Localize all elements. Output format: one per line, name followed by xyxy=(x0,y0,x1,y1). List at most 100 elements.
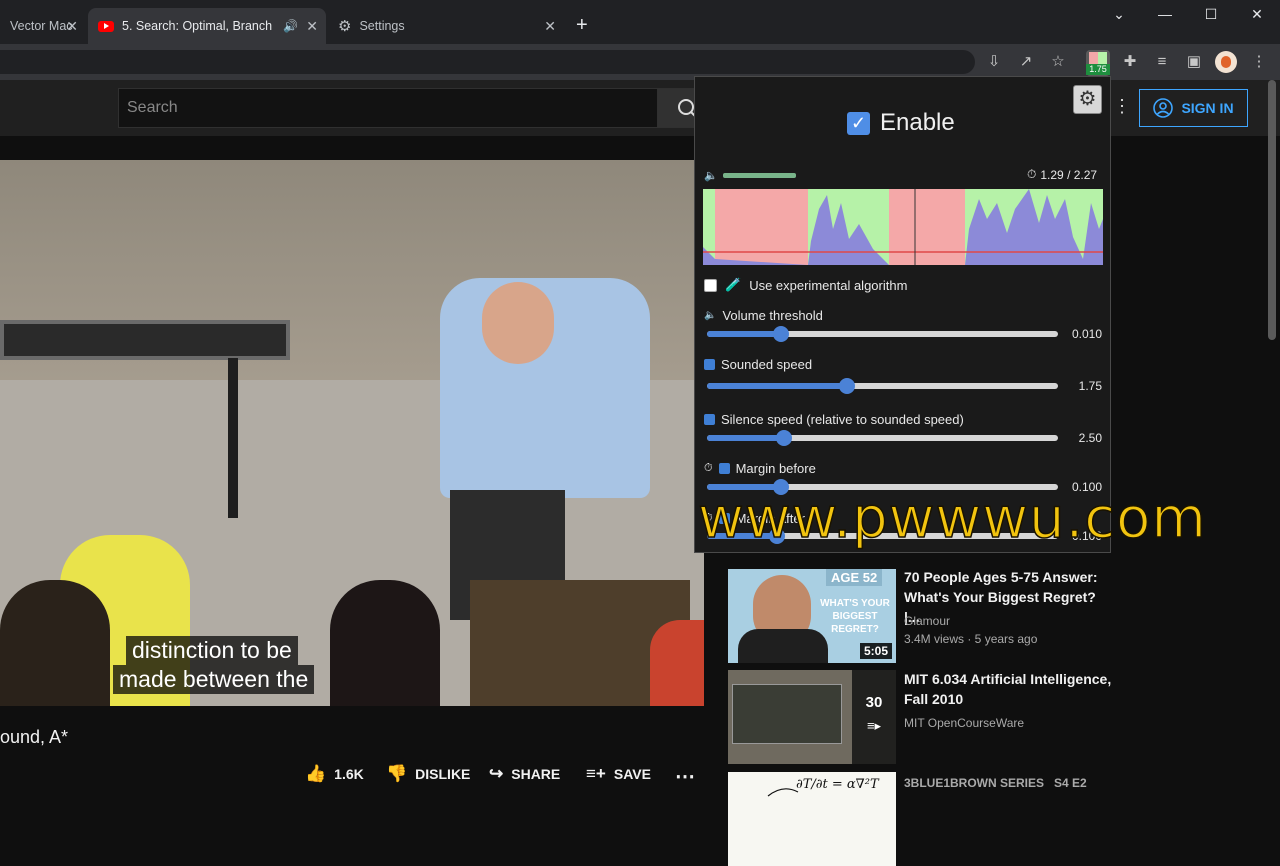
recommendation-channel[interactable]: MIT OpenCourseWare xyxy=(904,716,1024,730)
enable-label: Enable xyxy=(880,109,955,136)
recommendation-channel[interactable]: Glamour xyxy=(904,614,950,628)
more-actions-icon[interactable]: ⋯ xyxy=(675,764,695,789)
slider-handle[interactable] xyxy=(772,326,789,342)
equation-graphic: ∂T/∂t = α∇²T xyxy=(767,777,880,797)
video-title: ound, A* xyxy=(0,727,69,747)
caption-line-2: made between the xyxy=(113,665,315,694)
extension-logo-icon xyxy=(1089,52,1107,64)
extensions-puzzle-icon[interactable]: ✚ xyxy=(1120,52,1140,72)
play-icon xyxy=(704,359,715,370)
duration-badge: 5:05 xyxy=(859,643,892,659)
sounded-speed-slider[interactable] xyxy=(707,378,1058,394)
share-label: SHARE xyxy=(511,766,561,782)
tab-settings[interactable]: ⚙ Settings ✕ xyxy=(328,8,564,44)
youtube-favicon-icon xyxy=(98,20,114,32)
slider-label: Volume threshold xyxy=(722,308,823,323)
thumbs-up-icon: 👍 xyxy=(305,764,327,783)
sign-in-button[interactable]: SIGN IN xyxy=(1139,89,1248,127)
silence-speed-slider[interactable] xyxy=(707,430,1058,446)
speaker-icon: 🔈 xyxy=(704,310,717,321)
recommendation-thumbnail[interactable]: AGE 52 WHAT'S YOUR BIGGEST REGRET? 5:05 xyxy=(728,569,896,663)
test-tube-icon: 🧪 xyxy=(725,277,742,292)
media-control-icon[interactable]: ≡ xyxy=(1152,52,1172,72)
sign-in-label: SIGN IN xyxy=(1181,100,1234,116)
window-close-icon[interactable]: ✕ xyxy=(1245,6,1269,23)
share-arrow-icon: ↪ xyxy=(489,764,504,783)
slider-fill xyxy=(707,435,785,441)
lecture-table xyxy=(0,320,290,360)
experimental-checkbox[interactable] xyxy=(704,278,717,292)
lecturer-head xyxy=(482,282,554,364)
volume-graph xyxy=(703,189,1103,265)
tab-youtube-search[interactable]: 5. Search: Optimal, Branch an 🔊 ✕ xyxy=(88,8,326,44)
close-icon[interactable]: ✕ xyxy=(544,18,556,35)
volume-threshold-slider[interactable] xyxy=(707,326,1058,342)
playlist-icon: ≡▸ xyxy=(866,718,882,733)
dislike-button[interactable]: 👎 DISLIKE xyxy=(386,764,470,784)
search-input[interactable]: Search xyxy=(118,88,658,128)
recommendation-thumbnail[interactable]: ∂T/∂t = α∇²T xyxy=(728,772,896,866)
recommendation-series[interactable]: 3BLUE1BROWN SERIES S4 E2 xyxy=(904,776,1087,790)
dislike-label: DISLIKE xyxy=(415,766,471,782)
enable-checkbox[interactable]: ✓ xyxy=(847,111,870,135)
page-scrollbar[interactable] xyxy=(1268,80,1276,340)
account-icon xyxy=(1153,98,1174,118)
slider-label: Margin before xyxy=(735,461,816,476)
new-tab-button[interactable]: + xyxy=(576,14,588,37)
svg-text:∂T/∂t = α∇²T: ∂T/∂t = α∇²T xyxy=(796,777,880,792)
profile-avatar[interactable] xyxy=(1215,51,1237,73)
stopwatch-icon: ⏱ xyxy=(1027,167,1037,181)
recommendation-thumbnail[interactable]: 30 ≡▸ xyxy=(728,670,896,764)
age-label: AGE 52 xyxy=(826,569,883,586)
volume-threshold-value: 0.010 xyxy=(1071,327,1102,341)
sounded-speed-label: Sounded speed xyxy=(704,357,812,372)
gear-icon: ⚙ xyxy=(338,18,352,35)
rewind-icon xyxy=(718,463,730,474)
settings-menu-icon[interactable]: ⋮ xyxy=(1112,96,1132,120)
slider-label: Silence speed (relative to sounded speed… xyxy=(721,412,964,427)
tab-label: 5. Search: Optimal, Branch an xyxy=(122,19,274,33)
recommendation-stats: 3.4M views · 5 years ago xyxy=(904,632,1038,646)
save-button[interactable]: ≡+ SAVE xyxy=(586,764,651,784)
playlist-count: 30 xyxy=(865,694,883,711)
slider-handle[interactable] xyxy=(776,430,793,446)
install-icon[interactable]: ⇩ xyxy=(984,52,1004,72)
playlist-add-icon: ≡+ xyxy=(586,764,606,783)
browser-menu-icon[interactable]: ⋮ xyxy=(1249,52,1269,72)
enable-toggle[interactable]: ✓ Enable xyxy=(847,109,955,137)
share-icon[interactable]: ↗ xyxy=(1016,52,1036,72)
save-label: SAVE xyxy=(613,766,651,782)
slider-fill xyxy=(707,383,848,389)
slider-handle[interactable] xyxy=(839,378,856,394)
minimize-icon[interactable]: — xyxy=(1153,6,1177,22)
maximize-icon[interactable]: ☐ xyxy=(1199,6,1223,23)
slider-fill xyxy=(707,331,781,337)
share-button[interactable]: ↪ SHARE xyxy=(489,764,560,784)
caption-line-1: distinction to be xyxy=(126,636,298,665)
side-panel-icon[interactable]: ▣ xyxy=(1184,52,1204,72)
extension-badge: 1.75 xyxy=(1086,64,1110,75)
video-player[interactable]: distinction to be made between the xyxy=(0,160,704,706)
address-bar[interactable] xyxy=(0,50,975,74)
experimental-toggle[interactable]: 🧪 Use experimental algorithm xyxy=(704,277,907,293)
margin-before-label: ⏱ Margin before xyxy=(704,461,816,476)
close-icon[interactable]: ✕ xyxy=(66,18,78,35)
speed-readout: ⏱ 1.29 / 2.27 xyxy=(1027,167,1097,182)
recommendation-title[interactable]: MIT 6.034 Artificial Intelligence, Fall … xyxy=(904,669,1114,709)
experimental-label: Use experimental algorithm xyxy=(749,277,908,293)
watermark-text: www.pwwwu.com xyxy=(697,485,1207,552)
blackboard xyxy=(732,684,842,744)
bookmark-star-icon[interactable]: ☆ xyxy=(1048,52,1068,72)
audio-playing-icon[interactable]: 🔊 xyxy=(283,19,298,33)
slider-label: Sounded speed xyxy=(721,357,813,372)
volume-meter xyxy=(723,173,796,178)
tab-vector[interactable]: Vector Mac ✕ xyxy=(0,8,86,44)
stopwatch-icon: ⏱ xyxy=(704,462,713,474)
jump-cutter-extension-button[interactable]: 1.75 xyxy=(1086,50,1110,76)
volume-threshold-label: 🔈 Volume threshold xyxy=(704,308,823,323)
close-icon[interactable]: ✕ xyxy=(306,18,318,35)
like-button[interactable]: 👍 1.6K xyxy=(305,764,364,784)
tab-search-icon[interactable]: ⌄ xyxy=(1107,6,1131,23)
settings-gear-button[interactable]: ⚙ xyxy=(1073,85,1102,114)
tab-label: Vector Mac xyxy=(10,19,73,33)
